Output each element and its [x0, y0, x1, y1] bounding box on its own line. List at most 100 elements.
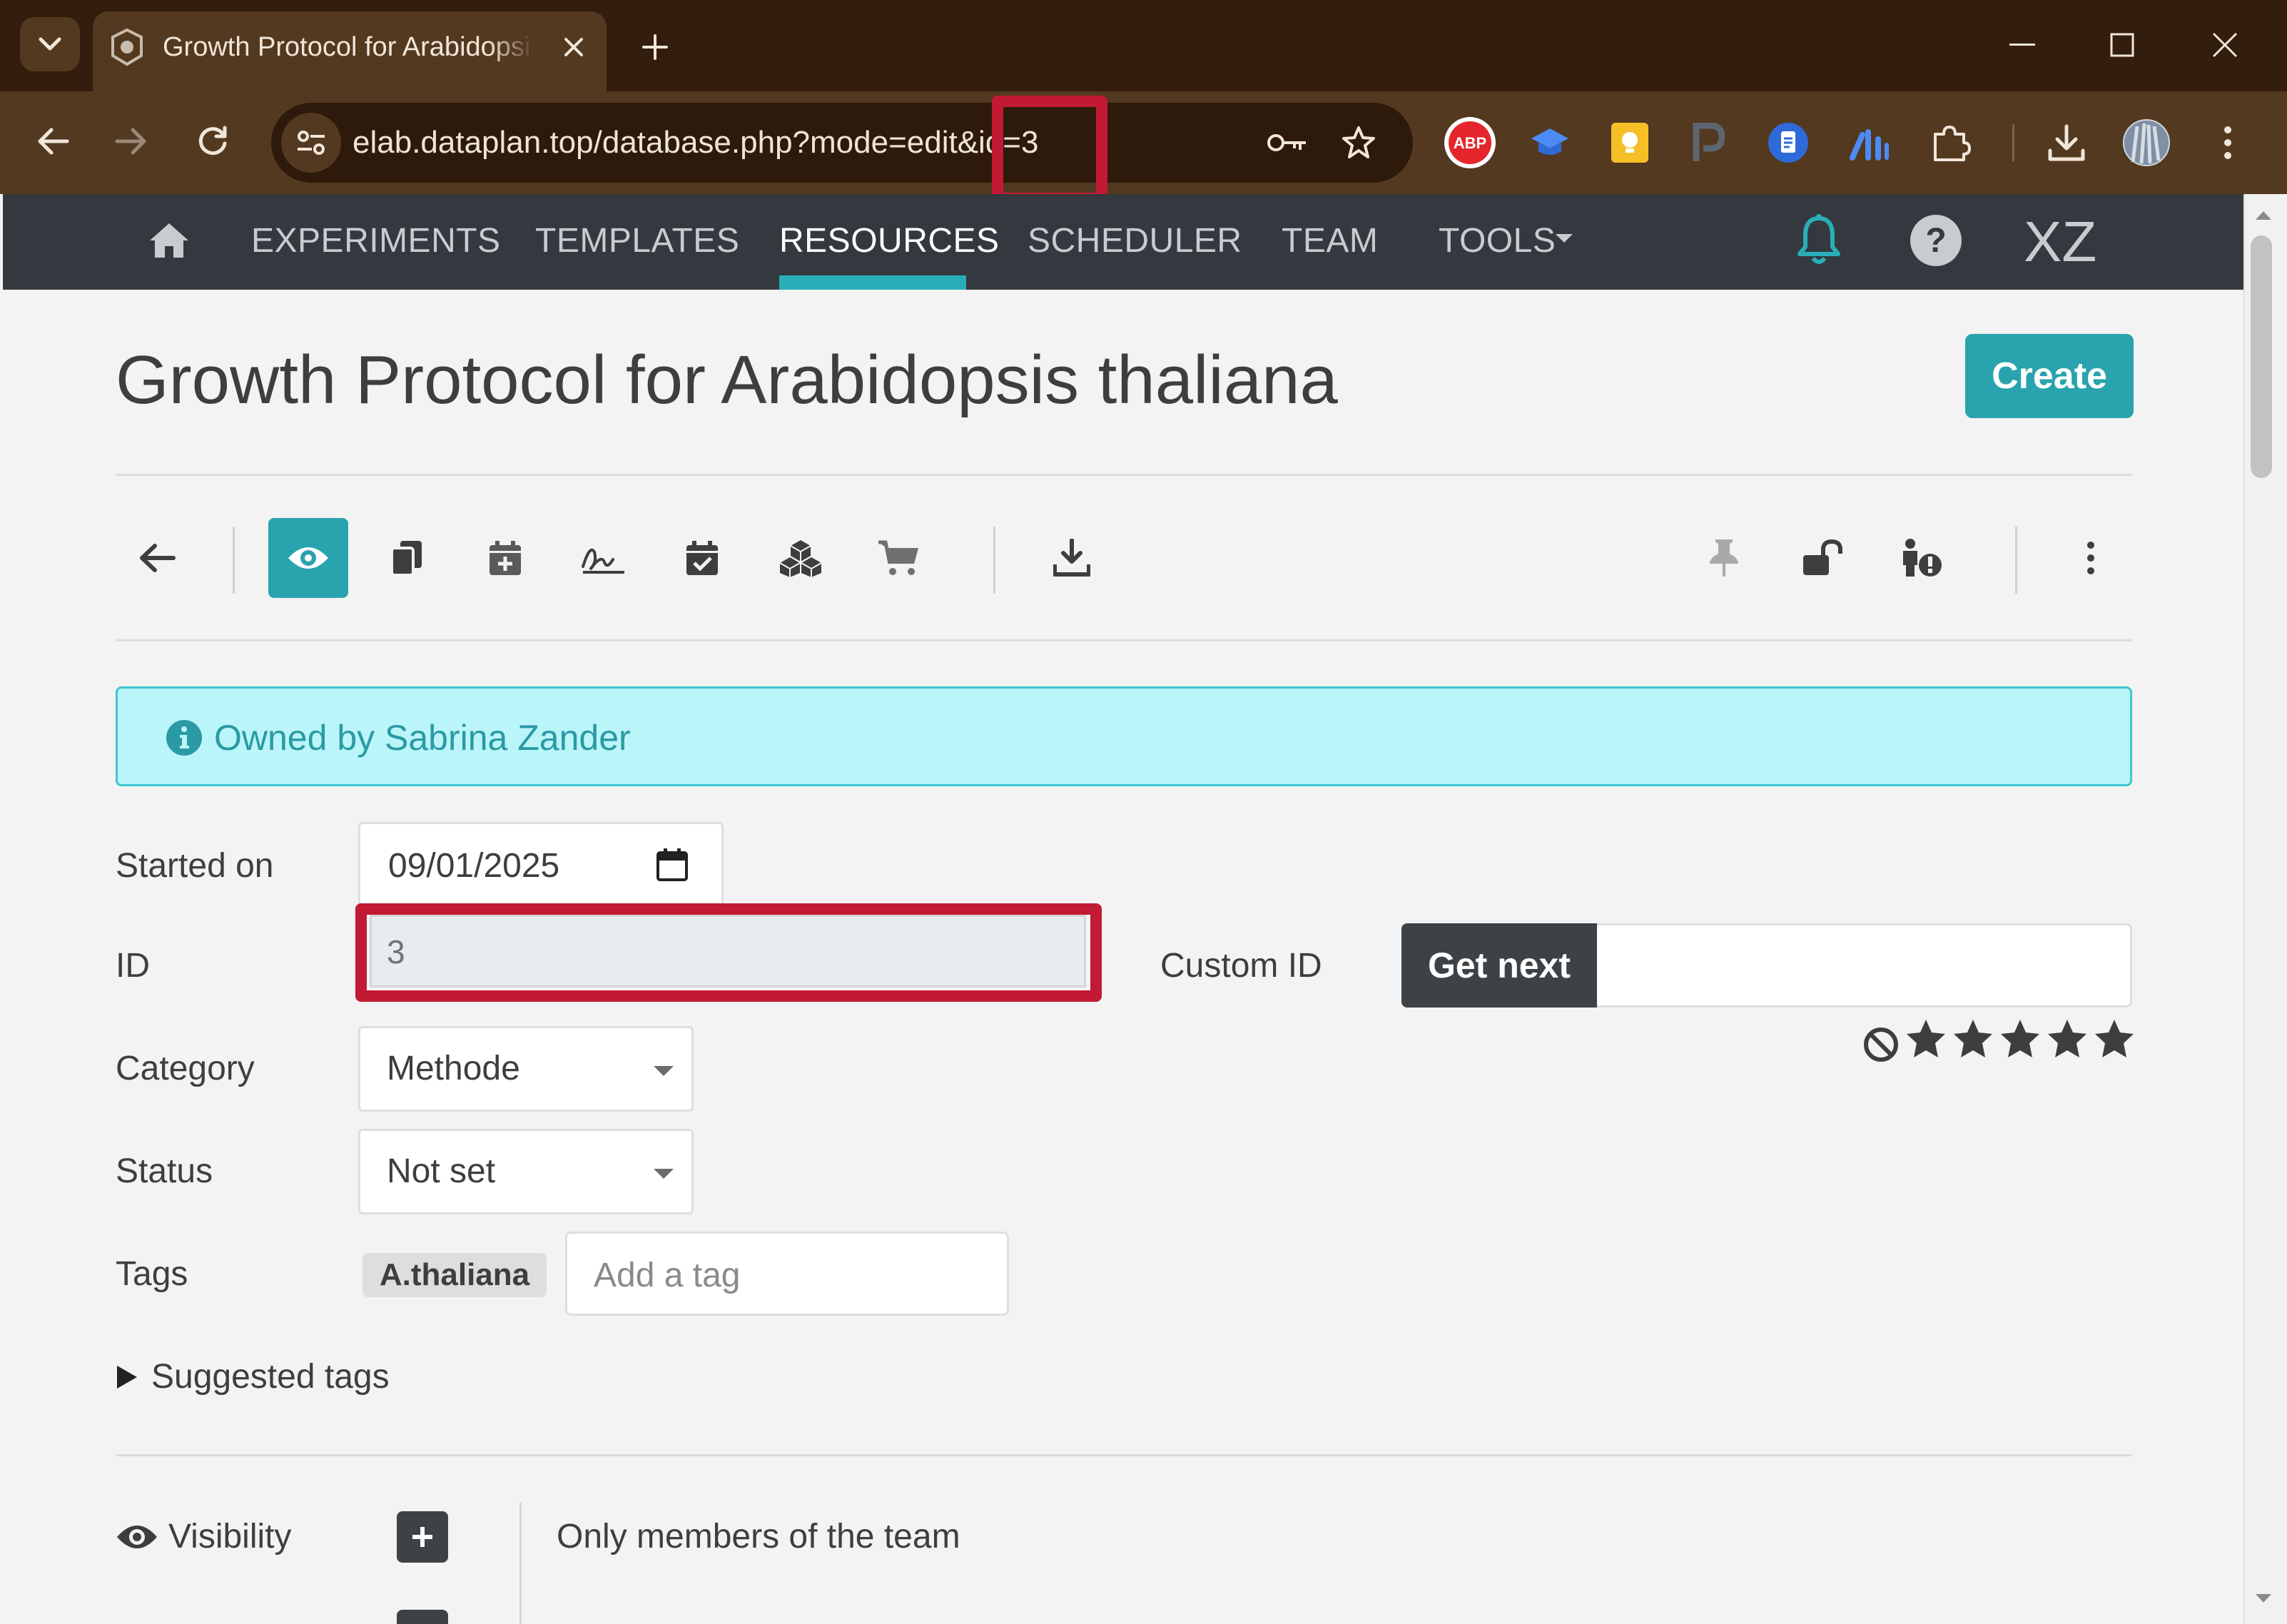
info-icon: [166, 719, 203, 756]
divider: [116, 474, 2132, 476]
add-tag-placeholder: Add a tag: [594, 1257, 741, 1294]
toolbar-separator: [233, 527, 235, 594]
star-icon[interactable]: [1998, 1017, 2042, 1067]
graduation-cap-extension-icon[interactable]: [1521, 114, 1578, 171]
id-label: ID: [116, 947, 150, 985]
reload-icon[interactable]: [186, 114, 240, 168]
custom-id-label: Custom ID: [1160, 947, 1322, 985]
toolbar-separator: [2015, 527, 2017, 594]
visibility-separator: [519, 1503, 522, 1624]
toolbar-divider: [2012, 124, 2014, 161]
help-icon[interactable]: ?: [1904, 208, 1968, 273]
star-icon[interactable]: [2092, 1017, 2136, 1067]
visibility-value: Only members of the team: [557, 1518, 960, 1556]
cart-icon[interactable]: [859, 518, 939, 598]
home-icon[interactable]: [137, 208, 201, 273]
site-settings-icon[interactable]: [281, 113, 341, 173]
nav-experiments[interactable]: EXPERIMENTS: [251, 220, 501, 263]
toolbar-separator: [993, 527, 995, 594]
create-button[interactable]: Create: [1965, 334, 2134, 418]
p-extension-icon[interactable]: [1678, 114, 1735, 171]
duplicate-icon[interactable]: [367, 518, 447, 598]
downloads-icon[interactable]: [2038, 114, 2095, 171]
eye-icon: [116, 1521, 158, 1553]
profile-avatar[interactable]: [2118, 114, 2175, 171]
nav-scheduler[interactable]: SCHEDULER: [1028, 220, 1242, 263]
keep-extension-icon[interactable]: [1601, 114, 1658, 171]
date-value: 09/01/2025: [388, 847, 560, 885]
get-next-button[interactable]: Get next: [1401, 923, 1597, 1008]
category-label: Category: [116, 1050, 255, 1087]
visibility-label: Visibility: [168, 1518, 292, 1556]
minimize-icon[interactable]: [1994, 20, 2051, 70]
close-tab-icon[interactable]: [554, 27, 594, 67]
chevron-down-icon: [654, 1066, 674, 1076]
started-on-label: Started on: [116, 847, 274, 885]
scroll-thumb[interactable]: [2251, 235, 2272, 478]
view-mode-button[interactable]: [268, 518, 348, 598]
chevron-down-icon: [1556, 234, 1573, 243]
password-key-icon[interactable]: [1262, 117, 1313, 168]
nav-templates[interactable]: TEMPLATES: [535, 220, 739, 263]
forward-icon[interactable]: [104, 114, 158, 168]
puzzle-extensions-icon[interactable]: [1922, 114, 1979, 171]
url-text: elab.dataplan.top/database.php?mode=edit…: [353, 125, 1039, 160]
next-row-button[interactable]: [397, 1610, 448, 1624]
page-viewport: EXPERIMENTS TEMPLATES RESOURCES SCHEDULE…: [3, 194, 2243, 1624]
page-title: Growth Protocol for Arabidopsis thaliana: [116, 342, 1338, 418]
calendar-check-icon[interactable]: [662, 518, 742, 598]
star-icon[interactable]: [1951, 1017, 1995, 1067]
download-icon[interactable]: [1032, 518, 1112, 598]
back-arrow-button[interactable]: [117, 518, 197, 598]
maximize-icon[interactable]: [2094, 20, 2151, 70]
disclosure-triangle-icon[interactable]: [117, 1366, 137, 1389]
nav-tools[interactable]: TOOLS: [1439, 220, 1556, 263]
status-value: Not set: [387, 1152, 496, 1190]
person-info-icon[interactable]: [1881, 518, 1961, 598]
tab-title: Growth Protocol for Arabidopsis thaliana: [163, 32, 534, 62]
rating-clear-icon[interactable]: [1861, 1017, 1901, 1067]
svg-text:ABP: ABP: [1454, 134, 1486, 152]
status-label: Status: [116, 1152, 213, 1190]
chevron-down-icon: [654, 1169, 674, 1179]
favicon-icon: [107, 27, 147, 67]
bookmark-star-icon[interactable]: [1333, 117, 1384, 168]
scroll-down-icon[interactable]: [2249, 1585, 2278, 1611]
nav-active-indicator: [779, 275, 966, 290]
tag-chip[interactable]: A.thaliana: [362, 1253, 547, 1297]
category-value: Methode: [387, 1050, 520, 1087]
tab-search-icon[interactable]: [20, 17, 80, 71]
more-options-icon[interactable]: [2051, 518, 2131, 598]
nav-resources[interactable]: RESOURCES: [779, 220, 1000, 263]
svg-text:?: ?: [1925, 222, 1946, 260]
close-window-icon[interactable]: [2196, 20, 2253, 70]
star-icon[interactable]: [1904, 1017, 1948, 1067]
tags-label: Tags: [116, 1255, 188, 1293]
nav-team[interactable]: TEAM: [1282, 220, 1378, 263]
kebab-menu-icon[interactable]: [2199, 114, 2256, 171]
unlock-icon[interactable]: [1783, 518, 1862, 598]
scroll-up-icon[interactable]: [2249, 203, 2278, 228]
suggested-tags-toggle[interactable]: Suggested tags: [151, 1354, 390, 1400]
alert-owner-text: Owned by Sabrina Zander: [214, 718, 631, 758]
adblock-extension-icon[interactable]: ABP: [1441, 114, 1499, 171]
chart-extension-icon[interactable]: [1841, 114, 1898, 171]
calendar-plus-icon[interactable]: [465, 518, 545, 598]
boxes-icon[interactable]: [761, 518, 841, 598]
id-highlight: [355, 903, 1102, 1002]
star-icon[interactable]: [2045, 1017, 2089, 1067]
url-id-highlight: [992, 96, 1107, 204]
new-tab-icon[interactable]: [632, 24, 678, 70]
add-visibility-button[interactable]: [397, 1511, 448, 1563]
custom-id-input[interactable]: [1597, 923, 2132, 1008]
screen: Growth Protocol for Arabidopsis thaliana…: [0, 0, 2287, 1624]
doc-extension-icon[interactable]: [1760, 114, 1817, 171]
calendar-icon[interactable]: [656, 848, 688, 882]
divider: [116, 639, 2132, 641]
pin-icon[interactable]: [1684, 518, 1764, 598]
user-initials[interactable]: XZ: [2024, 210, 2096, 274]
back-icon[interactable]: [26, 114, 80, 168]
divider: [116, 1454, 2132, 1456]
signature-icon[interactable]: [564, 518, 644, 598]
bell-icon[interactable]: [1787, 208, 1851, 273]
